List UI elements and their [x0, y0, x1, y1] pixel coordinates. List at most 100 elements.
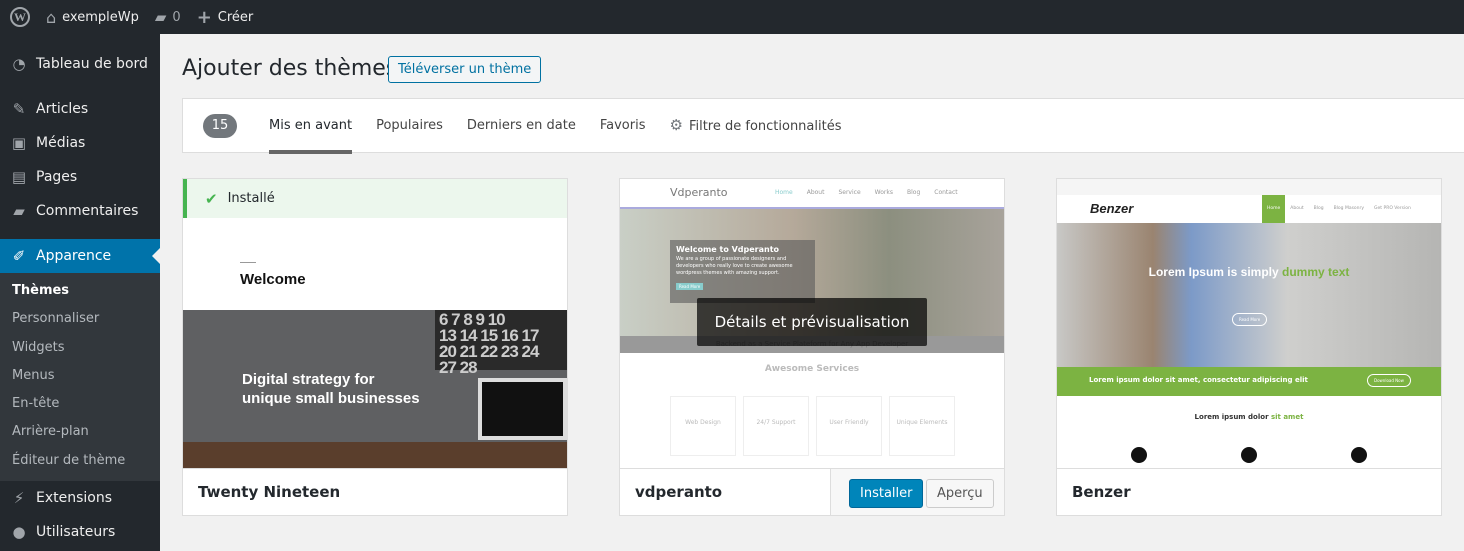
thumb-nav: Works — [874, 189, 893, 196]
thumb-section-accent: sit amet — [1270, 413, 1304, 421]
submenu-menus[interactable]: Menus — [0, 362, 160, 390]
thumb-nav: Blog — [906, 189, 921, 196]
thumb-service: User Friendly — [816, 396, 882, 456]
thumb-hero-line: unique small businesses — [242, 390, 420, 407]
theme-screenshot[interactable]: Vdperanto Home About Service Works Blog Conta… — [620, 179, 1004, 468]
installed-notice: ✔ Installé — [183, 179, 567, 218]
sidebar-item-users[interactable]: ● Utilisateurs — [0, 515, 160, 549]
new-content-link[interactable]: + Créer — [189, 0, 262, 34]
submenu-customize[interactable]: Personnaliser — [0, 305, 160, 333]
page-title: Ajouter des thèmes — [182, 56, 398, 81]
thumb-nav: Get PRO Version — [1374, 206, 1411, 211]
sidebar-item-dashboard[interactable]: ◔ Tableau de bord — [0, 47, 160, 81]
tab-popular[interactable]: Populaires — [376, 98, 443, 153]
theme-card-footer: Benzer — [1057, 468, 1441, 515]
thumb-heading: Welcome — [240, 271, 306, 288]
theme-name: Benzer — [1072, 483, 1131, 501]
theme-card-twenty-nineteen[interactable]: ✔ Installé Welcome 6 7 8 9 10 13 14 15 16 … — [182, 178, 568, 516]
thumb-hero-accent: dummy text — [1282, 265, 1350, 279]
submenu-header[interactable]: En-tête — [0, 390, 160, 418]
thumb-nav: Contact — [934, 189, 958, 196]
appearance-submenu: Thèmes Personnaliser Widgets Menus En-tê… — [0, 273, 160, 482]
thumb-hero: Lorem Ipsum is simply — [1148, 265, 1279, 279]
sidebar-item-label: Extensions — [36, 490, 113, 507]
wordpress-logo-button[interactable]: W — [0, 0, 38, 34]
tab-latest[interactable]: Derniers en date — [467, 98, 576, 153]
theme-card-footer: vdperanto Installer Aperçu — [620, 468, 1004, 515]
thumb-nav: Blog — [1313, 206, 1324, 211]
gear-icon: ⚙ — [669, 116, 683, 134]
thumb-nav: Blog Masonry — [1333, 206, 1365, 211]
comment-icon: ▰ — [154, 8, 167, 26]
submenu-widgets[interactable]: Widgets — [0, 334, 160, 362]
brush-icon: ✐ — [12, 247, 26, 265]
sidebar-item-label: Articles — [36, 101, 89, 117]
thumb-read-more: Read More — [1232, 313, 1268, 326]
thumb-read-more: Read More — [676, 283, 704, 290]
new-label: Créer — [217, 9, 254, 25]
sidebar-item-comments[interactable]: ▰ Commentaires — [0, 194, 160, 228]
comments-link[interactable]: ▰ 0 — [147, 0, 189, 34]
thumb-hero-title: Welcome to Vdperanto — [676, 245, 780, 254]
tab-featured[interactable]: Mis en avant — [269, 98, 353, 154]
thumb-services-title: Awesome Services — [764, 364, 860, 374]
thumb-section: Lorem ipsum dolor — [1194, 413, 1269, 421]
details-preview-overlay[interactable]: Détails et prévisualisation — [697, 298, 927, 346]
sidebar-item-pages[interactable]: ▤ Pages — [0, 160, 160, 194]
theme-screenshot[interactable]: Benzer Home About Blog Blog Masonry Get PRO … — [1057, 179, 1441, 468]
sidebar-item-articles[interactable]: ✎ Articles — [0, 92, 160, 126]
submenu-theme-editor[interactable]: Éditeur de thème — [0, 447, 160, 475]
installed-label: Installé — [227, 191, 275, 206]
sidebar-item-appearance[interactable]: ✐ Apparence — [0, 239, 160, 273]
theme-card-vdperanto[interactable]: Vdperanto Home About Service Works Blog Conta… — [619, 178, 1005, 516]
thumb-nav: Home — [775, 189, 793, 196]
pages-icon: ▤ — [11, 168, 27, 186]
site-name: exempleWp — [62, 9, 139, 25]
media-icon: ▣ — [11, 134, 27, 152]
thumb-service: Web Design — [670, 396, 736, 456]
admin-sidebar: ◔ Tableau de bord ✎ Articles ▣ Médias ▤ Page… — [0, 34, 160, 551]
feature-filter-button[interactable]: ⚙ Filtre de fonctionnalités — [669, 98, 841, 153]
site-name-link[interactable]: ⌂ exempleWp — [38, 0, 147, 34]
submenu-themes[interactable]: Thèmes — [0, 277, 160, 305]
sidebar-item-label: Commentaires — [36, 203, 139, 219]
user-icon: ● — [12, 523, 26, 542]
sidebar-item-label: Pages — [36, 169, 78, 185]
theme-card-footer: Twenty Nineteen — [183, 468, 567, 515]
thumb-logo: Benzer — [1090, 201, 1134, 216]
thumb-nav: Service — [838, 189, 861, 196]
preview-button[interactable]: Aperçu — [926, 479, 994, 508]
comment-count: 0 — [172, 9, 181, 25]
thumb-nav: Home — [1267, 206, 1281, 211]
pin-icon: ✎ — [12, 100, 26, 118]
checkmark-icon: ✔ — [205, 189, 218, 208]
home-icon: ⌂ — [46, 7, 57, 27]
sidebar-item-label: Médias — [36, 135, 86, 151]
feature-filter-label: Filtre de fonctionnalités — [688, 119, 842, 134]
thumb-nav: About — [1290, 206, 1304, 211]
theme-card-benzer[interactable]: Benzer Home About Blog Blog Masonry Get PRO … — [1056, 178, 1442, 516]
sidebar-item-plugins[interactable]: ⚡ Extensions — [0, 481, 160, 515]
thumb-nav: About — [806, 189, 825, 196]
sidebar-item-label: Tableau de bord — [36, 56, 148, 72]
upload-theme-button[interactable]: Téléverser un thème — [388, 56, 542, 83]
theme-name: Twenty Nineteen — [198, 483, 341, 501]
sidebar-item-media[interactable]: ▣ Médias — [0, 126, 160, 160]
install-button[interactable]: Installer — [849, 479, 924, 508]
theme-screenshot[interactable]: Welcome 6 7 8 9 10 13 14 15 16 17 20 21 22… — [183, 179, 567, 468]
plus-icon: + — [196, 6, 212, 28]
thumb-logo: Vdperanto — [670, 186, 728, 199]
thumb-download: Download Now — [1367, 374, 1411, 387]
thumb-service: Unique Elements — [889, 396, 955, 456]
theme-filter-bar: 15 Mis en avant Populaires Derniers en d… — [182, 98, 1464, 154]
sidebar-item-label: Apparence — [36, 248, 112, 264]
sidebar-item-label: Utilisateurs — [36, 524, 116, 541]
wordpress-icon: W — [10, 7, 30, 27]
theme-name: vdperanto — [635, 483, 723, 501]
thumb-hero-text: We are a group of passionate designers a… — [676, 256, 793, 276]
theme-count-badge: 15 — [203, 113, 237, 138]
comment-icon: ▰ — [13, 202, 25, 220]
submenu-background[interactable]: Arrière-plan — [0, 418, 160, 446]
tab-favorites[interactable]: Favoris — [600, 98, 646, 153]
thumb-hero-line: Digital strategy for — [242, 371, 375, 388]
